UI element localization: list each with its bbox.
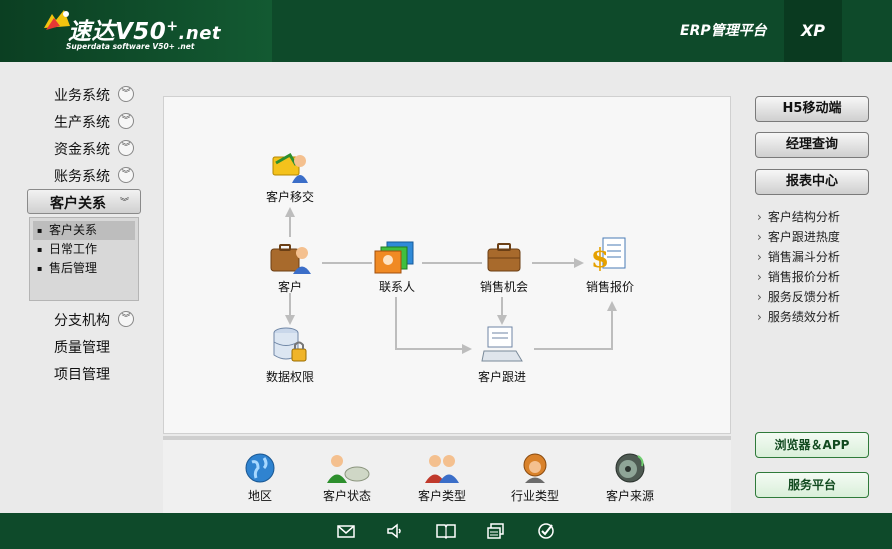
book-icon[interactable] (436, 522, 456, 540)
flow-panel: 客户移交 客户 联系人 销售机会 $ 销售报价 数据权限 客户跟进 (163, 96, 731, 434)
link-customer-structure[interactable]: 客户结构分析 (757, 208, 840, 225)
link-quote-analysis[interactable]: 销售报价分析 (757, 268, 840, 285)
customer-transfer-icon (272, 152, 308, 183)
submenu-item-after-sales[interactable]: 售后管理 (33, 259, 135, 278)
chevron-down-icon[interactable]: ︾ (118, 311, 134, 327)
menu-item-branches[interactable]: 分支机构 ︾ (0, 308, 150, 330)
flow-arrows (285, 207, 617, 354)
flow-node-customer[interactable]: 客户 (260, 239, 320, 295)
chevron-down-icon: ︾ (120, 198, 130, 208)
satellite-dish-icon (615, 453, 645, 483)
speaker-icon[interactable] (386, 522, 404, 540)
flow-node-quote[interactable]: $ 销售报价 (578, 235, 642, 295)
link-followup-heat[interactable]: 客户跟进热度 (757, 228, 840, 245)
lookup-region[interactable]: 地区 (235, 452, 285, 504)
customer-briefcase-icon (270, 244, 311, 274)
chevron-down-icon[interactable]: ︾ (118, 86, 134, 102)
flow-node-transfer[interactable]: 客户移交 (258, 149, 322, 205)
report-center-button[interactable]: 报表中心 (755, 169, 869, 195)
menu-item-business[interactable]: 业务系统 ︾ (0, 83, 150, 105)
globe-icon (245, 453, 275, 483)
lookup-customer-type[interactable]: 客户类型 (410, 452, 474, 504)
customer-group-icon (425, 455, 459, 483)
chevron-down-icon[interactable]: ︾ (118, 113, 134, 129)
submenu-item-daily-work[interactable]: 日常工作 (33, 240, 135, 259)
submenu-item-crm[interactable]: 客户关系 (33, 221, 135, 240)
header-bar: 速达V50+.net Superdata software V50+ .net … (0, 0, 892, 62)
customer-status-icon (327, 455, 370, 483)
menu-item-projects[interactable]: 项目管理 (0, 362, 150, 384)
link-sales-funnel[interactable]: 销售漏斗分析 (757, 248, 840, 265)
contact-cards-icon (374, 241, 414, 274)
chevron-down-icon[interactable]: ︾ (118, 167, 134, 183)
browser-app-button[interactable]: 浏览器＆APP (755, 432, 869, 458)
svg-text:$: $ (591, 244, 609, 274)
followup-computer-icon (481, 326, 523, 362)
menu-item-crm-active[interactable]: 客户关系 ︾ (27, 189, 141, 214)
flow-node-followup[interactable]: 客户跟进 (470, 325, 534, 385)
quote-document-icon: $ (591, 237, 626, 274)
check-icon[interactable] (537, 522, 555, 540)
industry-worker-icon (523, 453, 547, 483)
window-icon[interactable] (487, 522, 505, 540)
lookup-bar: 地区 客户状态 客户类型 行业类型 客户来源 (163, 436, 731, 513)
menu-item-accounting[interactable]: 账务系统 ︾ (0, 164, 150, 186)
platform-title: ERP管理平台 (680, 23, 767, 39)
footer-bar (0, 513, 892, 549)
logo-title: 速达V50+.net (68, 18, 222, 45)
flow-node-opportunity[interactable]: 销售机会 (472, 239, 536, 295)
mail-icon[interactable] (337, 522, 355, 540)
lookup-customer-source[interactable]: 客户来源 (598, 452, 662, 504)
link-service-feedback[interactable]: 服务反馈分析 (757, 288, 840, 305)
sales-briefcase-icon (487, 243, 521, 272)
h5-mobile-button[interactable]: H5移动端 (755, 96, 869, 122)
left-menu: 业务系统 ︾ 生产系统 ︾ 资金系统 ︾ 账务系统 ︾ 客户关系 ︾ 客户关系 … (0, 62, 150, 513)
submenu-crm: 客户关系 日常工作 售后管理 (29, 217, 139, 301)
lookup-customer-status[interactable]: 客户状态 (315, 452, 379, 504)
flow-node-contact[interactable]: 联系人 (367, 239, 427, 295)
flow-node-data-permission[interactable]: 数据权限 (258, 325, 322, 385)
manager-query-button[interactable]: 经理查询 (755, 132, 869, 158)
link-service-performance[interactable]: 服务绩效分析 (757, 308, 840, 325)
lookup-industry-type[interactable]: 行业类型 (503, 452, 567, 504)
menu-item-quality[interactable]: 质量管理 (0, 335, 150, 357)
service-platform-button[interactable]: 服务平台 (755, 472, 869, 498)
logo-band: 速达V50+.net Superdata software V50+ .net (0, 0, 272, 62)
database-lock-icon (273, 327, 307, 362)
edition-badge: XP (784, 0, 842, 62)
chevron-down-icon[interactable]: ︾ (118, 140, 134, 156)
logo-subtitle: Superdata software V50+ .net (66, 42, 195, 51)
menu-item-production[interactable]: 生产系统 ︾ (0, 110, 150, 132)
menu-item-funds[interactable]: 资金系统 ︾ (0, 137, 150, 159)
